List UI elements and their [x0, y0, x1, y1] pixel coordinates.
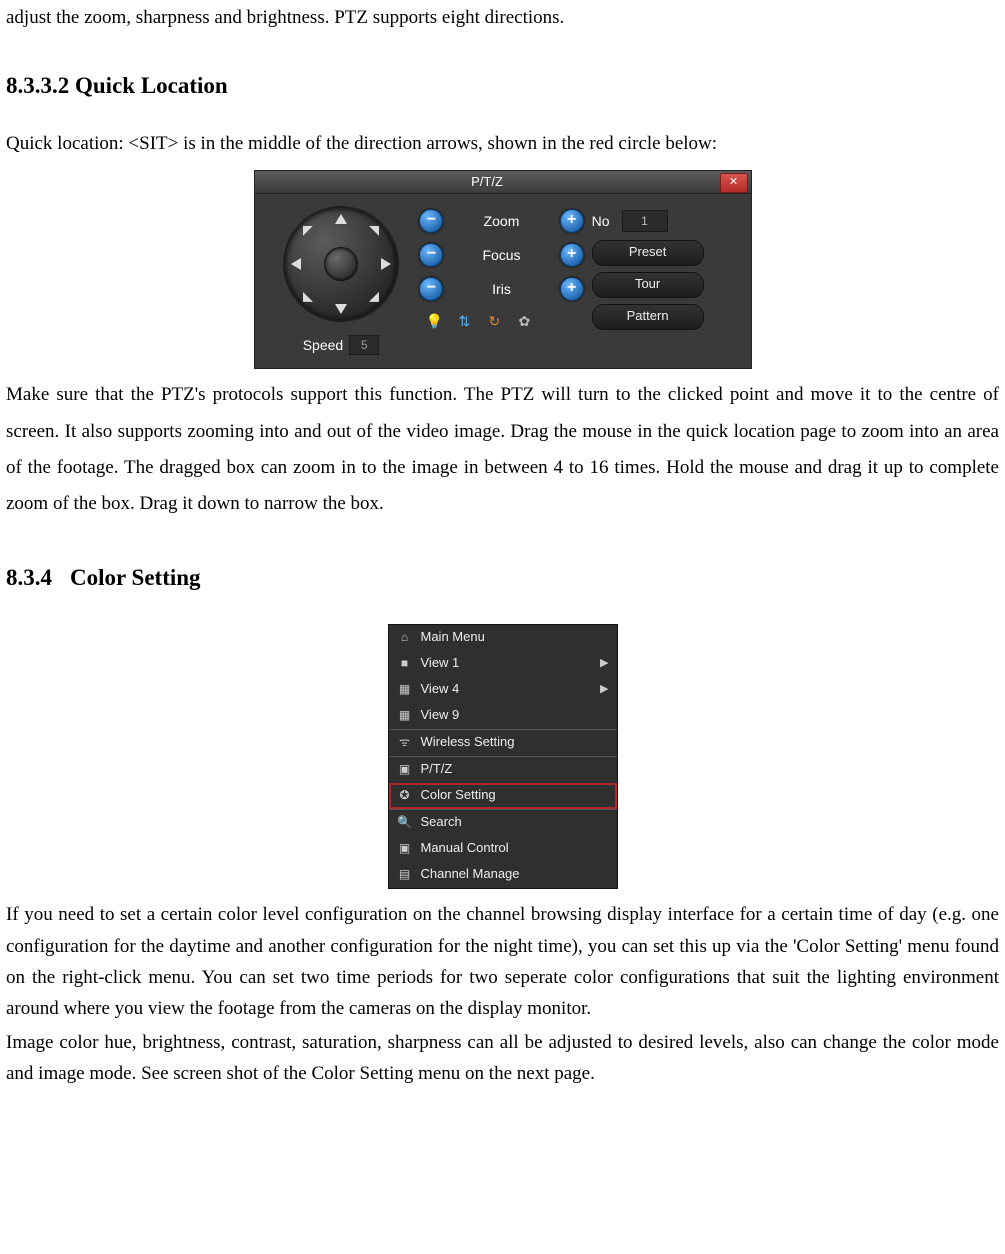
- menu-item-label: Main Menu: [421, 625, 609, 650]
- menu-item[interactable]: ᯤ Wireless Setting: [389, 729, 617, 756]
- ptz-titlebar: P/T/Z ✕: [254, 170, 752, 194]
- focus-plus-button[interactable]: +: [560, 243, 584, 267]
- quick-location-intro: Quick location: <SIT> is in the middle o…: [6, 126, 999, 162]
- zoom-plus-button[interactable]: +: [560, 209, 584, 233]
- context-menu-figure: ⌂ Main Menu ■ View 1 ▶ ▦ View 4 ▶ ▦ View 9 ᯤ Wirele…: [6, 624, 999, 892]
- intro-line: adjust the zoom, sharpness and brightnes…: [6, 0, 999, 36]
- menu-item-icon: ▦: [397, 704, 413, 727]
- menu-item[interactable]: 🔍 Search: [389, 809, 617, 836]
- preset-button[interactable]: Preset: [592, 240, 704, 266]
- color-setting-p2: Image color hue, brightness, contrast, s…: [6, 1027, 999, 1090]
- tour-button[interactable]: Tour: [592, 272, 704, 298]
- menu-item-label: View 1: [421, 651, 593, 676]
- heading-color-setting-num: 8.3.4: [6, 565, 52, 590]
- speed-input[interactable]: 5: [349, 335, 379, 355]
- color-setting-p1: If you need to set a certain color level…: [6, 899, 999, 1024]
- menu-item-icon: ▤: [397, 863, 413, 886]
- sit-button[interactable]: [325, 248, 357, 280]
- light-icon[interactable]: 💡: [425, 312, 443, 330]
- menu-item[interactable]: ▦ View 4 ▶: [389, 677, 617, 703]
- arrow-up-icon[interactable]: [335, 214, 347, 224]
- reset-icon[interactable]: ↻: [485, 312, 503, 330]
- arrow-right-icon[interactable]: [381, 258, 391, 270]
- heading-quick-location: 8.3.3.2 Quick Location: [6, 64, 999, 108]
- menu-item-label: Color Setting: [421, 783, 609, 808]
- pattern-button[interactable]: Pattern: [592, 304, 704, 330]
- heading-color-setting: 8.3.4 Color Setting: [6, 556, 999, 600]
- menu-item-icon: ▣: [397, 758, 413, 781]
- zoom-label: Zoom: [453, 208, 549, 235]
- menu-item-label: View 9: [421, 703, 609, 728]
- menu-item[interactable]: ▤ Channel Manage: [389, 862, 617, 888]
- ptz-panel-figure: P/T/Z ✕ Speed 5: [6, 170, 999, 370]
- menu-item-label: Manual Control: [421, 836, 609, 861]
- close-icon[interactable]: ✕: [720, 173, 748, 193]
- menu-item[interactable]: ▣ P/T/Z: [389, 756, 617, 783]
- submenu-arrow-icon: ▶: [600, 653, 608, 674]
- quick-location-body: Make sure that the PTZ's protocols suppo…: [6, 377, 999, 521]
- speed-label: Speed: [303, 332, 343, 359]
- menu-item[interactable]: ⌂ Main Menu: [389, 625, 617, 651]
- menu-item-icon: ▦: [397, 678, 413, 701]
- flip-icon[interactable]: ⇅: [455, 312, 473, 330]
- menu-item-icon: 🔍: [397, 811, 413, 834]
- arrow-down-icon[interactable]: [335, 304, 347, 314]
- gear-icon[interactable]: ✿: [515, 312, 533, 330]
- menu-item-icon: ᯤ: [397, 731, 413, 754]
- heading-color-setting-text: Color Setting: [70, 565, 201, 590]
- menu-item-icon: ▣: [397, 837, 413, 860]
- iris-label: Iris: [453, 276, 549, 303]
- iris-plus-button[interactable]: +: [560, 277, 584, 301]
- preset-no-label: No: [592, 208, 610, 235]
- submenu-arrow-icon: ▶: [600, 679, 608, 700]
- ptz-direction-pad[interactable]: [283, 206, 399, 322]
- menu-item[interactable]: ✪ Color Setting: [389, 783, 617, 809]
- menu-item-icon: ✪: [397, 784, 413, 807]
- focus-label: Focus: [453, 242, 549, 269]
- menu-item[interactable]: ■ View 1 ▶: [389, 651, 617, 677]
- ptz-title: P/T/Z: [255, 171, 720, 193]
- preset-no-value[interactable]: 1: [622, 210, 668, 232]
- menu-item-label: P/T/Z: [421, 757, 609, 782]
- menu-item[interactable]: ▣ Manual Control: [389, 836, 617, 862]
- context-menu: ⌂ Main Menu ■ View 1 ▶ ▦ View 4 ▶ ▦ View 9 ᯤ Wirele…: [388, 624, 618, 889]
- menu-item-label: View 4: [421, 677, 593, 702]
- menu-item-label: Wireless Setting: [421, 730, 609, 755]
- iris-minus-button[interactable]: −: [419, 277, 443, 301]
- zoom-minus-button[interactable]: −: [419, 209, 443, 233]
- menu-item-icon: ⌂: [397, 626, 413, 649]
- menu-item-label: Channel Manage: [421, 862, 609, 887]
- menu-item-label: Search: [421, 810, 609, 835]
- focus-minus-button[interactable]: −: [419, 243, 443, 267]
- menu-item[interactable]: ▦ View 9: [389, 703, 617, 729]
- menu-item-icon: ■: [397, 652, 413, 675]
- arrow-left-icon[interactable]: [291, 258, 301, 270]
